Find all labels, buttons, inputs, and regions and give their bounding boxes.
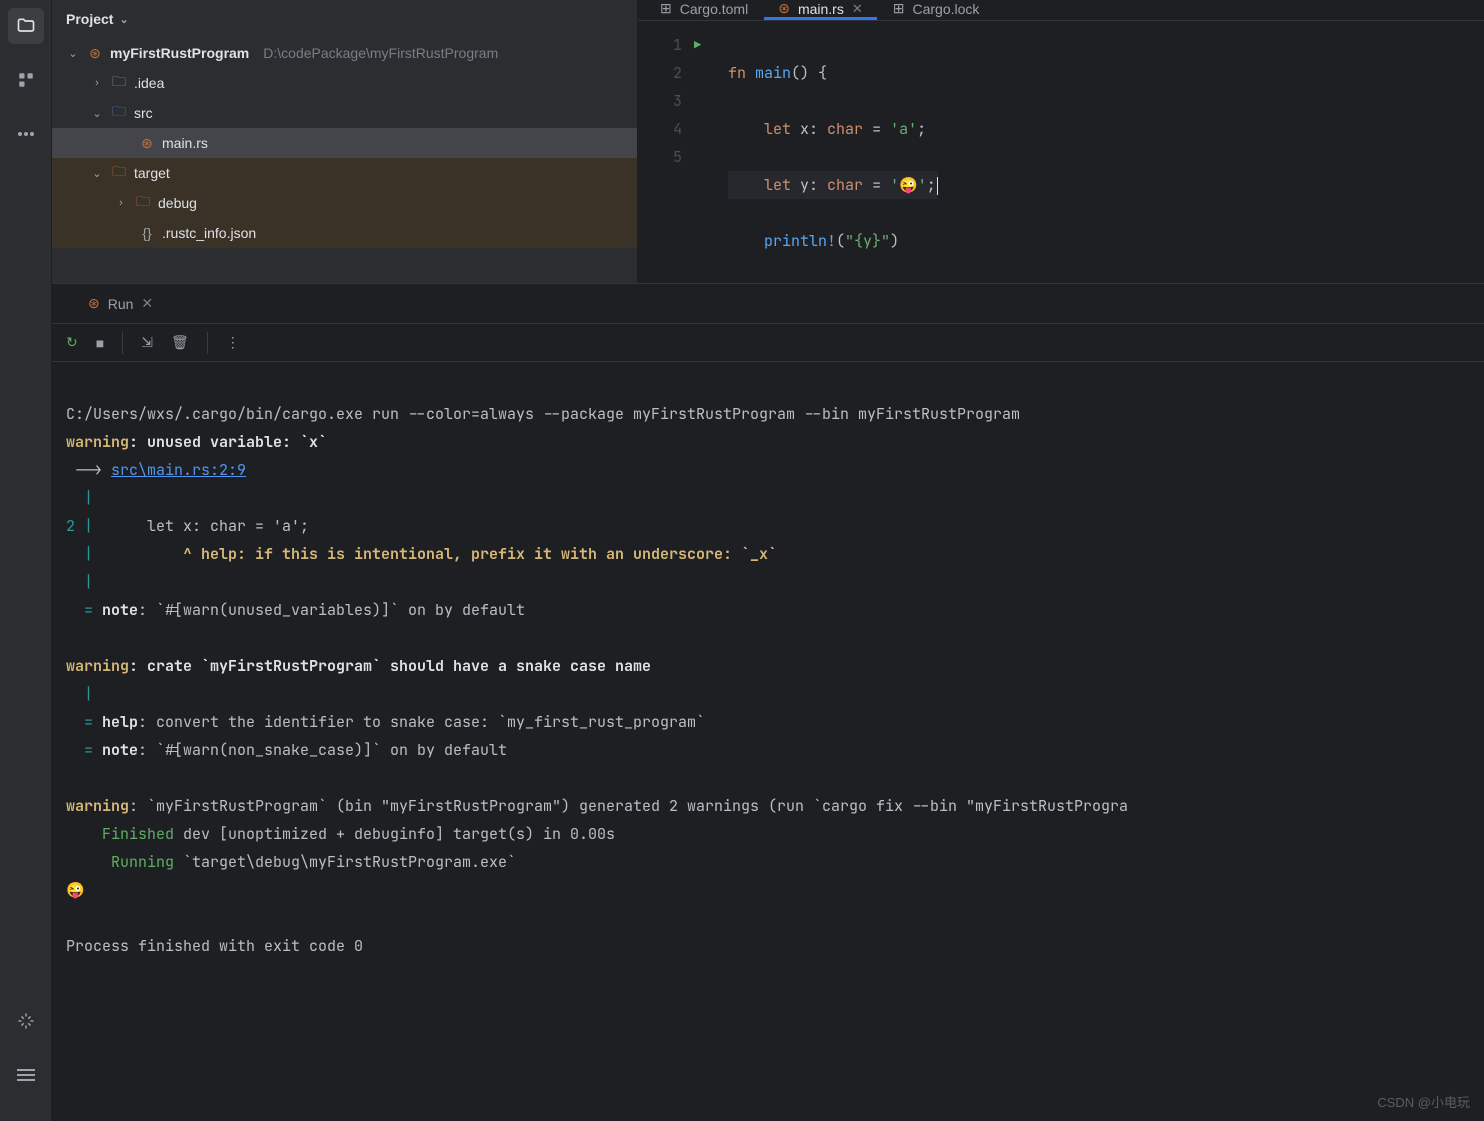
tree-root[interactable]: ⌄ ⊛ myFirstRustProgram D:\codePackage\my… — [52, 38, 637, 68]
editor-area: ⊞ Cargo.toml ⊛ main.rs ✕ ⊞ Cargo.lock — [638, 0, 1484, 283]
rust-icon: ⊛ — [88, 295, 100, 312]
tree-node-debug[interactable]: › 🗀 debug — [52, 188, 637, 218]
tree-root-label: myFirstRustProgram — [110, 45, 249, 61]
separator — [207, 332, 208, 354]
rerun-icon[interactable]: ↻ — [66, 334, 78, 351]
chevron-down-icon: ⌄ — [119, 13, 128, 26]
scroll-icon[interactable]: ⇲ — [141, 334, 153, 351]
json-icon: {} — [138, 225, 156, 241]
rust-icon: ⊛ — [778, 0, 790, 17]
folder-icon: 🗀 — [134, 191, 152, 215]
build-icon[interactable] — [8, 1003, 44, 1039]
project-panel-title: Project — [66, 11, 113, 27]
toml-icon: ⊞ — [660, 0, 672, 17]
close-icon[interactable]: ✕ — [852, 1, 863, 17]
left-toolbar — [0, 0, 52, 1121]
tree-node-target[interactable]: ⌄ 🗀 target — [52, 158, 637, 188]
tree-root-path: D:\codePackage\myFirstRustProgram — [263, 45, 498, 61]
tab-cargo-toml[interactable]: ⊞ Cargo.toml — [646, 0, 762, 20]
folder-icon: 🗀 — [110, 101, 128, 125]
project-panel-header[interactable]: Project ⌄ — [52, 0, 637, 38]
tab-cargo-lock[interactable]: ⊞ Cargo.lock — [879, 0, 994, 20]
separator — [122, 332, 123, 354]
folder-icon: 🗀 — [110, 161, 128, 185]
run-tool-window: ⊛ Run ✕ ↻ ■ ⇲ 🗑 ⋮ C:/Users/wxs/.cargo/bi… — [52, 283, 1484, 1121]
chevron-down-icon: ⌄ — [90, 167, 104, 180]
tab-main-rs[interactable]: ⊛ main.rs ✕ — [764, 0, 877, 20]
chevron-right-icon: › — [90, 77, 104, 89]
more-icon[interactable] — [8, 116, 44, 152]
tree-node-rustc-info[interactable]: {} .rustc_info.json — [52, 218, 637, 248]
chevron-right-icon: › — [114, 197, 128, 209]
chevron-down-icon: ⌄ — [90, 107, 104, 120]
rust-icon: ⊛ — [138, 135, 156, 152]
tab-run-config[interactable]: ⊛ Run ✕ — [88, 295, 153, 312]
rust-icon: ⊛ — [86, 45, 104, 62]
source-link[interactable]: src\main.rs:2:9 — [111, 460, 246, 480]
stop-icon[interactable]: ■ — [96, 335, 104, 351]
console-output[interactable]: C:/Users/wxs/.cargo/bin/cargo.exe run --… — [52, 362, 1484, 1121]
watermark: CSDN @小电玩 — [1377, 1092, 1470, 1111]
menu-icon[interactable] — [8, 1057, 44, 1093]
trash-icon[interactable]: 🗑 — [171, 334, 189, 351]
project-tree: ⌄ ⊛ myFirstRustProgram D:\codePackage\my… — [52, 38, 637, 283]
structure-icon[interactable] — [8, 62, 44, 98]
editor-tabs: ⊞ Cargo.toml ⊛ main.rs ✕ ⊞ Cargo.lock — [638, 0, 1484, 21]
tree-node-idea[interactable]: › 🗀 .idea — [52, 68, 637, 98]
close-icon[interactable]: ✕ — [141, 295, 153, 312]
chevron-down-icon: ⌄ — [66, 47, 80, 60]
more-icon[interactable]: ⋮ — [226, 334, 240, 351]
tree-node-src[interactable]: ⌄ 🗀 src — [52, 98, 637, 128]
tree-node-main-rs[interactable]: ⊛ main.rs — [52, 128, 637, 158]
folder-icon: 🗀 — [110, 71, 128, 95]
folder-icon[interactable] — [8, 8, 44, 44]
run-icon[interactable]: ▶ — [694, 31, 718, 59]
tool-window-toolbar: ↻ ■ ⇲ 🗑 ⋮ — [52, 324, 1484, 362]
lock-icon: ⊞ — [893, 0, 905, 17]
tool-window-tabs: ⊛ Run ✕ — [52, 284, 1484, 324]
project-panel: Project ⌄ ⌄ ⊛ myFirstRustProgram D:\code… — [52, 0, 638, 283]
